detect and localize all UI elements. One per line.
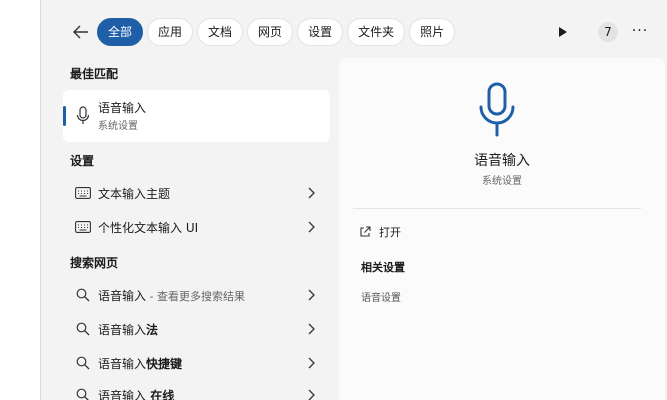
divider — [353, 208, 641, 209]
tab-documents[interactable]: 文档 — [197, 18, 244, 46]
open-button[interactable]: 打开 — [359, 222, 401, 242]
search-icon — [76, 322, 90, 336]
web-result-text: 语音输入 在线 — [98, 389, 175, 400]
web-result-item[interactable]: 语音输入 - 查看更多搜索结果 — [63, 279, 330, 311]
chevron-right-icon — [308, 357, 315, 369]
section-best-match: 最佳匹配 — [70, 67, 119, 81]
related-link-speech-settings[interactable]: 语音设置 — [361, 289, 401, 304]
filter-tabs: 全部 应用 文档 网页 设置 文件夹 照片 — [97, 18, 456, 46]
chevron-right-icon — [308, 323, 315, 335]
chevron-right-icon — [308, 289, 315, 301]
settings-item-personalize-text-input[interactable]: 个性化文本输入 UI — [63, 211, 330, 243]
more-options-button[interactable]: ··· — [629, 22, 651, 42]
tab-all[interactable]: 全部 — [97, 18, 144, 46]
related-settings-title: 相关设置 — [361, 261, 405, 274]
tab-settings[interactable]: 设置 — [297, 18, 344, 46]
best-match-item[interactable]: 语音输入 系统设置 — [63, 90, 330, 142]
play-button[interactable] — [553, 22, 573, 42]
web-result-item[interactable]: 语音输入快捷键 — [63, 347, 330, 379]
open-external-icon — [360, 226, 371, 237]
tab-apps[interactable]: 应用 — [147, 18, 194, 46]
settings-item-label: 文本输入主题 — [98, 187, 171, 201]
detail-pane: 语音输入 系统设置 打开 相关设置 语音设置 — [339, 58, 665, 400]
best-match-title: 语音输入 — [98, 101, 147, 115]
keyboard-icon — [75, 221, 91, 233]
microphone-icon — [479, 82, 515, 137]
chevron-right-icon — [308, 221, 315, 233]
chevron-right-icon — [308, 187, 315, 199]
search-panel: 全部 应用 文档 网页 设置 文件夹 照片 7 ··· 最佳匹配 语音输入 系统… — [40, 0, 667, 400]
web-result-item[interactable]: 语音输入 在线 — [63, 379, 330, 400]
play-icon — [559, 27, 567, 37]
search-icon — [76, 288, 90, 302]
search-icon — [76, 388, 89, 400]
chevron-right-icon — [308, 389, 315, 400]
arrow-left-icon — [73, 25, 88, 39]
tab-web[interactable]: 网页 — [247, 18, 294, 46]
section-settings: 设置 — [70, 154, 95, 168]
tab-folders[interactable]: 文件夹 — [347, 18, 406, 46]
back-button[interactable] — [71, 22, 91, 42]
web-result-text: 语音输入 - 查看更多搜索结果 — [98, 289, 245, 303]
top-bar: 全部 应用 文档 网页 设置 文件夹 照片 7 ··· — [41, 14, 667, 50]
detail-subtitle: 系统设置 — [482, 176, 522, 187]
open-label: 打开 — [379, 226, 401, 239]
web-result-text: 语音输入快捷键 — [98, 357, 183, 371]
settings-item-label: 个性化文本输入 UI — [98, 221, 199, 235]
web-result-item[interactable]: 语音输入法 — [63, 313, 330, 345]
detail-title: 语音输入 — [474, 153, 530, 169]
microphone-icon — [76, 106, 90, 124]
search-icon — [76, 356, 90, 370]
best-match-subtitle: 系统设置 — [98, 121, 138, 132]
web-result-text: 语音输入法 — [98, 323, 159, 337]
section-web-search: 搜索网页 — [70, 256, 119, 270]
rewards-badge[interactable]: 7 — [598, 22, 618, 42]
selection-indicator — [63, 106, 66, 126]
keyboard-icon — [75, 187, 91, 199]
tab-photos[interactable]: 照片 — [409, 18, 456, 46]
settings-item-text-input-theme[interactable]: 文本输入主题 — [63, 177, 330, 209]
